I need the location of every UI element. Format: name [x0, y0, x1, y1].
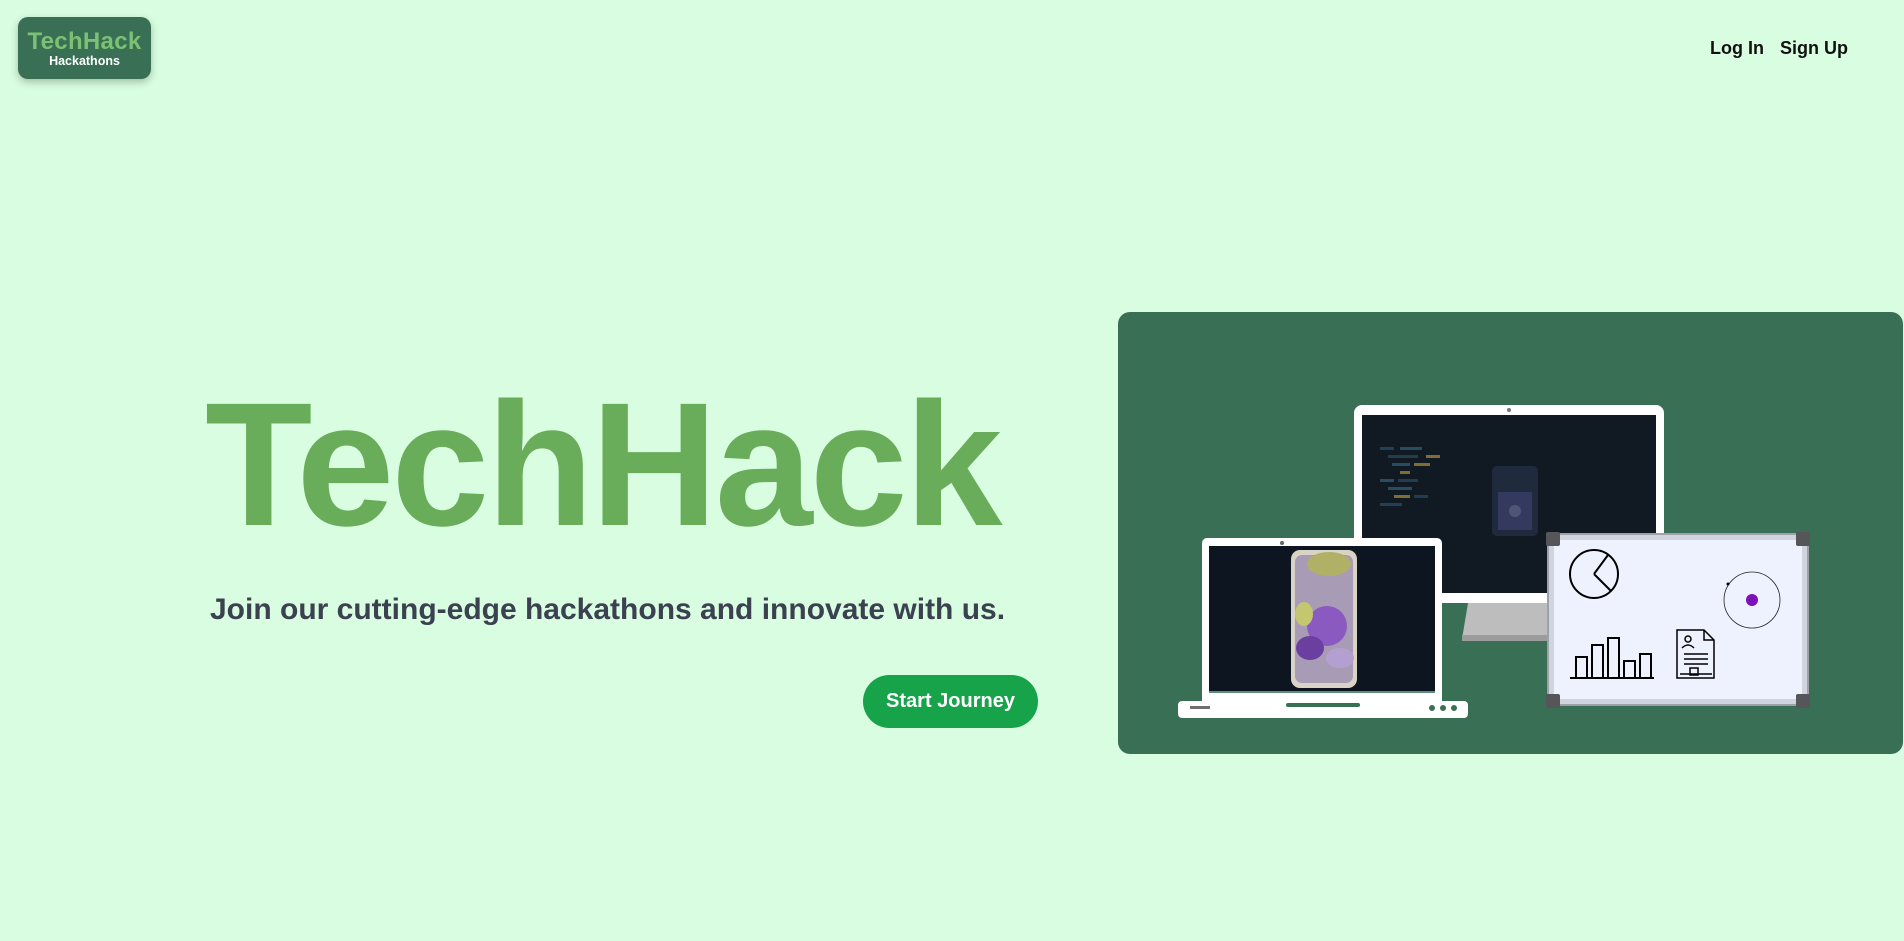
devices-illustration	[1118, 312, 1903, 754]
login-link[interactable]: Log In	[1710, 38, 1764, 59]
phone-icon	[1291, 550, 1357, 688]
hero-title: TechHack	[205, 367, 1002, 563]
hero-subtitle: Join our cutting-edge hackathons and inn…	[210, 593, 1006, 626]
whiteboard-icon	[1546, 532, 1810, 708]
top-nav: Log In Sign Up	[1710, 38, 1848, 59]
logo-subtitle: Hackathons	[49, 53, 120, 68]
signup-link[interactable]: Sign Up	[1780, 38, 1848, 59]
logo-title: TechHack	[27, 27, 142, 55]
start-journey-button[interactable]: Start Journey	[863, 675, 1038, 728]
logo[interactable]: TechHack Hackathons	[18, 17, 151, 79]
